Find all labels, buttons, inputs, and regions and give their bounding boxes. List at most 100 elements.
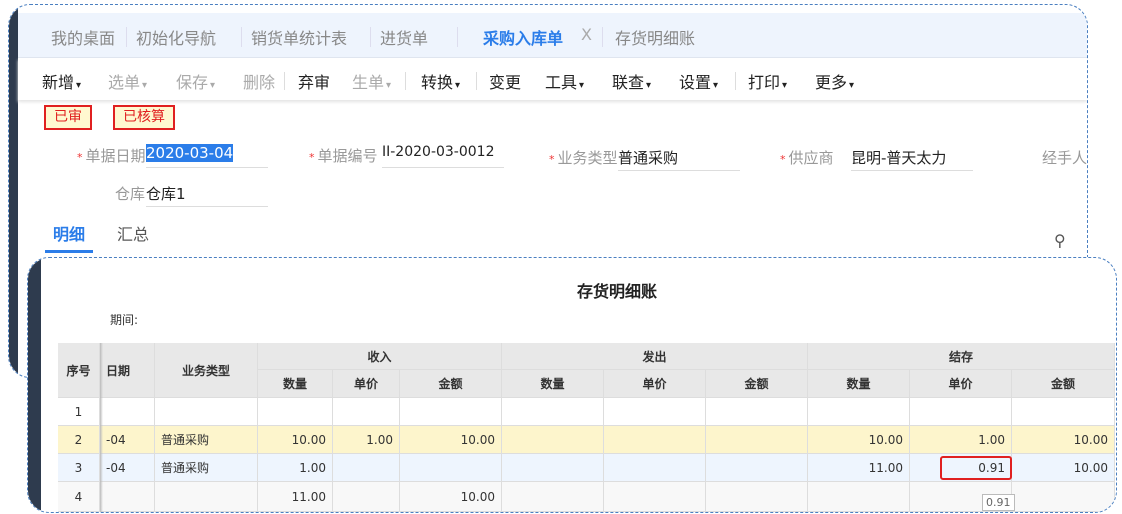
toolbar-button-4[interactable]: 弃审 xyxy=(298,69,330,93)
cell-text: 单价 xyxy=(948,377,973,391)
header-group-in: 收入 xyxy=(258,343,502,370)
status-badge-audited: 已审 xyxy=(44,105,92,130)
toolbar-button-0[interactable]: 新增 ▾ xyxy=(42,69,81,93)
tab-desktop[interactable]: 我的桌面 xyxy=(51,25,115,49)
table-cell xyxy=(706,426,808,454)
cell-text: 10.00 xyxy=(291,432,326,447)
warehouse-label: 仓库 xyxy=(115,185,146,203)
table-cell xyxy=(706,398,808,426)
toolbar-button-12[interactable]: 更多 ▾ xyxy=(815,69,854,93)
header-date: 日期 xyxy=(100,343,155,398)
tab-purchase-order[interactable]: 进货单 xyxy=(380,25,428,49)
cell-text: 金额 xyxy=(1050,377,1075,391)
cell-text: 结存 xyxy=(948,349,973,364)
toolbar-button-5[interactable]: 生单 ▾ xyxy=(352,69,391,93)
table-cell: 10.00 xyxy=(258,426,333,454)
doc-no-field[interactable]: II-2020-03-0012 xyxy=(382,144,504,168)
tab-purchase-receipt[interactable]: 采购入库单 xyxy=(474,25,594,62)
header-in-qty: 数量 xyxy=(258,370,333,398)
table-cell xyxy=(808,398,910,426)
table-cell xyxy=(333,454,400,482)
table-cell xyxy=(258,398,333,426)
toolbar-button-label: 转换 xyxy=(421,73,454,92)
doc-no-label: * 单据编号 xyxy=(309,147,378,165)
cell-text: 数量 xyxy=(540,377,565,391)
tab-init-nav[interactable]: 初始化导航 xyxy=(136,25,216,49)
cell-text: 金额 xyxy=(744,377,769,391)
table-cell xyxy=(910,398,1012,426)
close-icon[interactable]: X xyxy=(581,25,592,44)
date-field[interactable]: 2020-03-04 xyxy=(146,144,268,168)
header-out-qty: 数量 xyxy=(502,370,604,398)
toolbar-button-11[interactable]: 打印 ▾ xyxy=(748,69,787,93)
toolbar-button-3[interactable]: 删除 xyxy=(243,69,275,93)
header-group-out: 发出 xyxy=(502,343,808,370)
cell-text: 1.00 xyxy=(978,432,1005,447)
header-biz-type: 业务类型 xyxy=(155,343,258,398)
chevron-down-icon: ▾ xyxy=(579,80,585,91)
toolbar-button-label: 生单 xyxy=(352,73,385,92)
toolbar-button-8[interactable]: 工具 ▾ xyxy=(545,69,584,93)
toolbar-button-7[interactable]: 变更 xyxy=(489,69,521,93)
table-cell: 10.00 xyxy=(400,482,502,512)
table-cell: 11.00 xyxy=(258,482,333,512)
header-bal-qty: 数量 xyxy=(808,370,910,398)
header-bal-price: 单价 xyxy=(910,370,1012,398)
biz-type-field[interactable]: 普通采购 xyxy=(618,147,740,171)
subtab-detail[interactable]: 明细 xyxy=(44,221,94,253)
chevron-down-icon: ▾ xyxy=(210,80,216,91)
supplier-field[interactable]: 昆明-普天太力 xyxy=(851,147,973,171)
tab-sales-stats[interactable]: 销货单统计表 xyxy=(251,25,347,49)
cell-text: 10.00 xyxy=(1073,460,1108,475)
table-cell xyxy=(100,482,155,512)
table-cell xyxy=(604,426,706,454)
cell-text: 序号 xyxy=(66,363,91,378)
cell-text: 1 xyxy=(74,404,83,419)
cell-text: 数量 xyxy=(282,377,307,391)
table-cell: 3 xyxy=(58,454,100,482)
location-pin-icon[interactable]: ⚲ xyxy=(1054,231,1066,250)
table-cell: -04 xyxy=(100,454,155,482)
toolbar-button-label: 变更 xyxy=(489,73,522,92)
value-tooltip: 0.91 xyxy=(982,494,1015,511)
toolbar-button-6[interactable]: 转换 ▾ xyxy=(421,69,460,93)
chevron-down-icon: ▾ xyxy=(849,80,855,91)
table-cell: 0.91 xyxy=(910,454,1012,482)
tab-inventory-ledger[interactable]: 存货明细账 xyxy=(615,25,695,49)
cell-text: 11.00 xyxy=(291,489,326,504)
inventory-ledger-window: 存货明细账 期间: 序号 日期 业务类型 收入 数量 单价 金额 发出 数量 单价 金额 结存 数量 单价… xyxy=(27,257,1117,513)
cell-text: 10.00 xyxy=(1073,432,1108,447)
warehouse-field[interactable]: 仓库1 xyxy=(146,183,268,207)
status-badge-costed: 已核算 xyxy=(113,105,175,130)
toolbar-button-10[interactable]: 设置 ▾ xyxy=(679,69,718,93)
cell-text: 11.00 xyxy=(868,460,903,475)
highlight-box xyxy=(940,456,1012,480)
supplier-label: * 供应商 xyxy=(780,149,834,167)
table-cell: 4 xyxy=(58,482,100,512)
table-cell xyxy=(502,482,604,512)
date-label: * 单据日期 xyxy=(77,147,146,165)
toolbar-button-2[interactable]: 保存 ▾ xyxy=(176,69,215,93)
cell-text: 普通采购 xyxy=(161,461,210,475)
table-cell: -04 xyxy=(100,426,155,454)
table-cell xyxy=(1012,482,1115,512)
toolbar-button-1[interactable]: 选单 ▾ xyxy=(108,69,147,93)
chevron-down-icon: ▾ xyxy=(782,80,788,91)
table-cell: 11.00 xyxy=(808,454,910,482)
cell-text: 10.00 xyxy=(868,432,903,447)
table-cell xyxy=(155,482,258,512)
table-cell: 10.00 xyxy=(808,426,910,454)
header-group-bal: 结存 xyxy=(808,343,1115,370)
toolbar-button-label: 设置 xyxy=(679,73,712,92)
table-cell: 10.00 xyxy=(1012,454,1115,482)
cell-text: 业务类型 xyxy=(181,363,230,378)
toolbar-button-9[interactable]: 联查 ▾ xyxy=(612,69,651,93)
toolbar-button-label: 工具 xyxy=(545,73,578,92)
table-cell: 10.00 xyxy=(1012,426,1115,454)
cell-text: 3 xyxy=(74,460,83,475)
chevron-down-icon: ▾ xyxy=(142,80,148,91)
subtab-summary[interactable]: 汇总 xyxy=(117,221,149,245)
header-out-amount: 金额 xyxy=(706,370,808,398)
handler-label: 经手人 xyxy=(1042,149,1088,167)
table-cell xyxy=(155,398,258,426)
